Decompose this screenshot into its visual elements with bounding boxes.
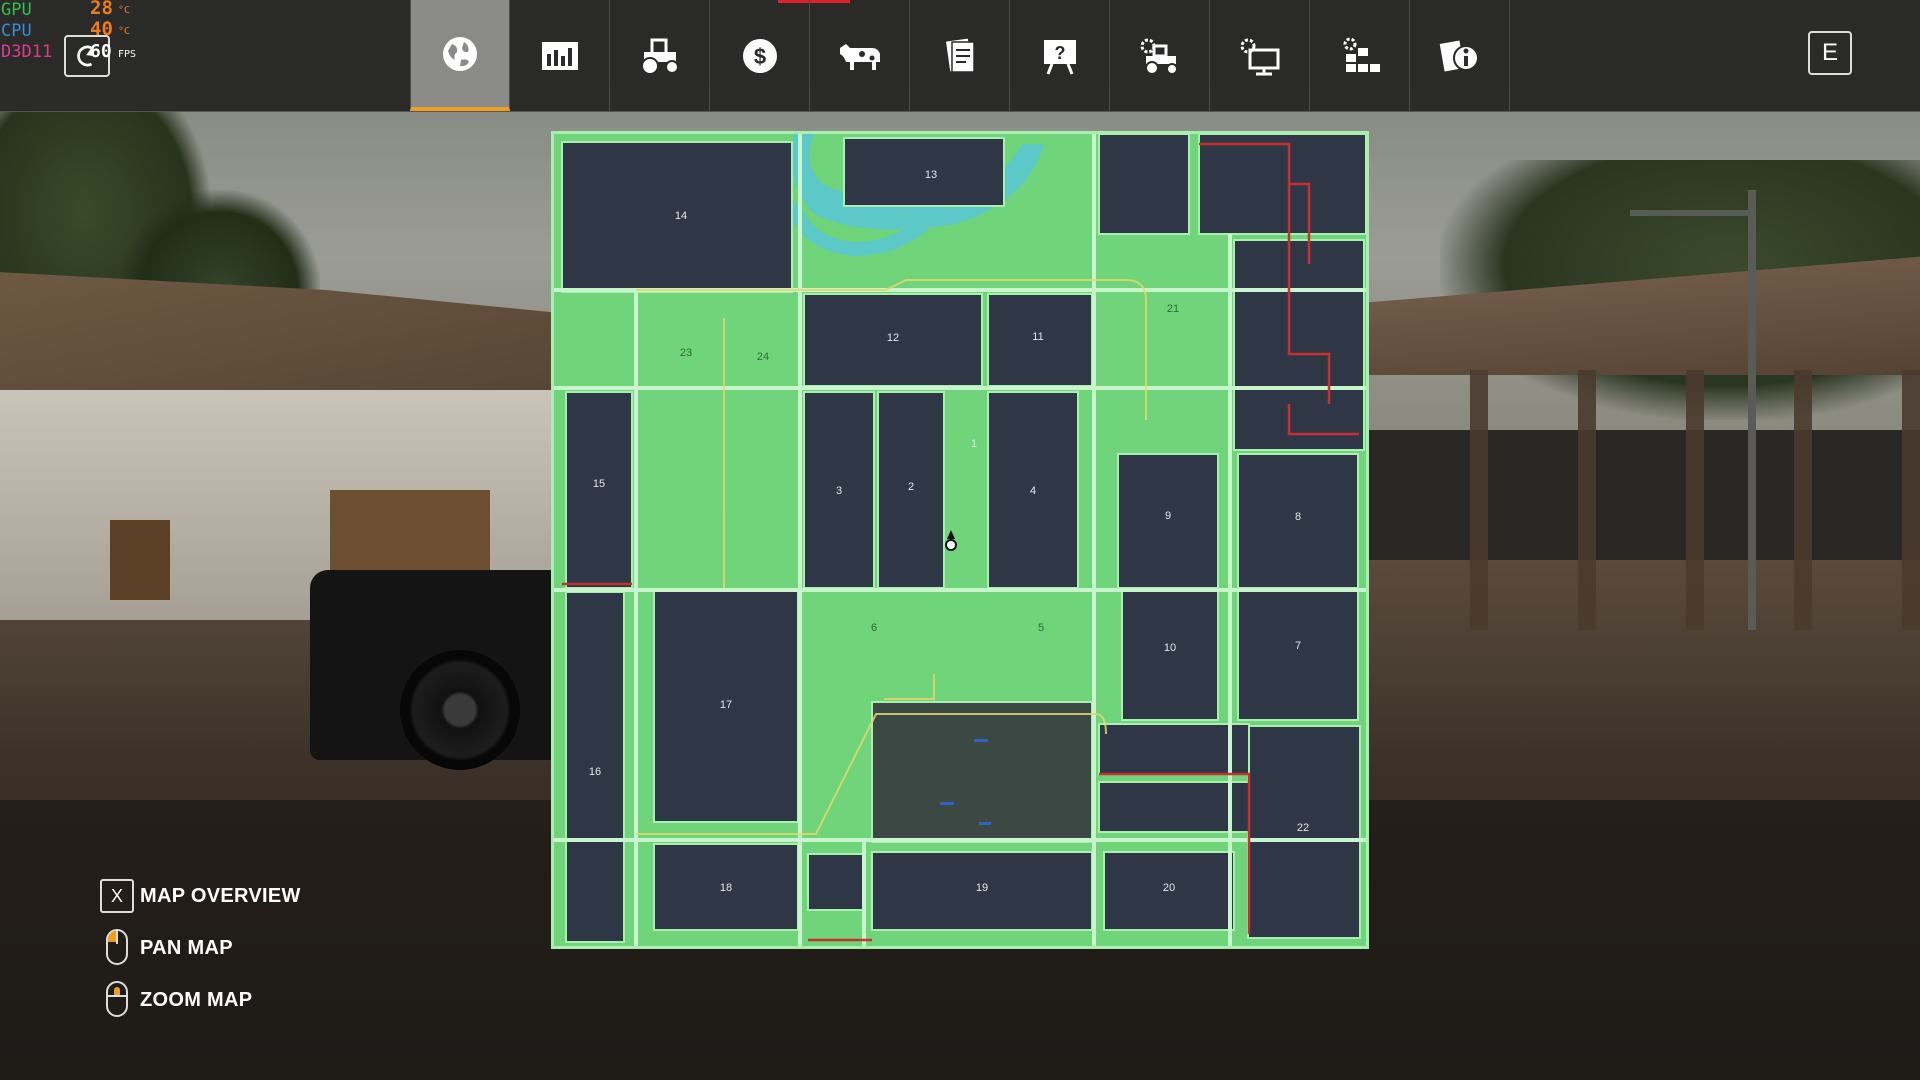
top-menu-bar: $ ? E (0, 0, 1920, 112)
field-20-label: 20 (1163, 882, 1175, 894)
statistics-icon (541, 41, 578, 70)
gpu-label: GPU (1, 0, 32, 20)
tab-statistics[interactable] (510, 0, 610, 111)
field-5-label: 5 (1038, 622, 1044, 634)
gpu-temperature: 28 (90, 0, 113, 19)
farm-map[interactable]: 1 2 3 4 5 6 7 8 9 10 11 12 13 14 15 16 1… (551, 131, 1369, 949)
tab-help[interactable]: ? (1010, 0, 1110, 111)
dollar-icon: $ (742, 38, 777, 73)
field-11-label: 11 (1032, 331, 1043, 343)
field-9-label: 9 (1165, 510, 1171, 522)
display-settings-icon (1240, 38, 1279, 75)
cow-icon (839, 43, 880, 70)
mouse-left-click-icon (100, 928, 134, 968)
field-16-label: 16 (589, 766, 601, 778)
field-22-label: 22 (1297, 822, 1309, 834)
graphics-api-label: D3D11 (1, 42, 53, 62)
field-15-area (565, 391, 633, 589)
truck-wheel (400, 650, 520, 770)
field-13-label: 13 (925, 169, 937, 181)
tab-vehicles[interactable] (610, 0, 710, 111)
x-key: X (100, 879, 134, 913)
house-door (110, 520, 170, 600)
zoom-map-label: ZOOM MAP (140, 988, 253, 1011)
tab-map[interactable] (410, 0, 510, 111)
menu-tabs: $ ? (410, 0, 1510, 111)
pan-map-control[interactable]: PAN MAP (100, 928, 301, 968)
building-block (1233, 239, 1365, 451)
field-6-label: 6 (871, 622, 877, 634)
street-lamp (1748, 190, 1756, 630)
fps-value: 60 (90, 41, 112, 62)
map-overview-control[interactable]: X MAP OVERVIEW (100, 876, 301, 916)
field-15-label: 15 (593, 478, 605, 490)
production-icon (1343, 37, 1380, 72)
shed-posts (1380, 370, 1920, 630)
mouse-scroll-icon (100, 980, 134, 1020)
map-canvas: 1 2 3 4 5 6 7 8 9 10 11 12 13 14 15 16 1… (554, 134, 1366, 946)
player-marker (945, 530, 957, 551)
tab-info[interactable] (1410, 0, 1510, 111)
field-12-label: 12 (887, 332, 899, 344)
building-block (1098, 134, 1190, 235)
field-2-label: 2 (908, 481, 914, 493)
street-lamp-arm (1630, 210, 1755, 216)
vehicle-settings-icon (1140, 38, 1178, 75)
tab-vehicle-settings[interactable] (1110, 0, 1210, 111)
field-14-label: 14 (675, 210, 687, 222)
field-23-label: 23 (680, 347, 692, 359)
fields (561, 134, 1366, 943)
field-1-label: 1 (971, 438, 977, 450)
svg-text:?: ? (1054, 43, 1065, 63)
building-block (1098, 723, 1250, 775)
field-3-label: 3 (836, 485, 842, 497)
tab-general-settings[interactable] (1210, 0, 1310, 111)
globe-icon (443, 36, 477, 71)
field-18-label: 18 (720, 882, 732, 894)
info-icon (1439, 39, 1479, 72)
tab-finances[interactable]: $ (710, 0, 810, 111)
cpu-temp-unit: °C (118, 26, 131, 37)
field-7-label: 7 (1295, 640, 1301, 652)
building-block (807, 853, 865, 911)
field-24-label: 24 (757, 351, 769, 363)
gpu-temp-unit: °C (118, 5, 131, 16)
tab-animals[interactable] (810, 0, 910, 111)
field-8-label: 8 (1295, 511, 1301, 523)
map-overview-label: MAP OVERVIEW (140, 884, 301, 907)
field-17-label: 17 (720, 699, 732, 711)
cpu-label: CPU (1, 21, 32, 41)
field-19-label: 19 (976, 882, 988, 894)
field-10-label: 10 (1164, 642, 1176, 654)
zoom-map-control[interactable]: ZOOM MAP (100, 980, 301, 1020)
fps-unit: FPS (118, 49, 137, 60)
svg-text:$: $ (753, 44, 765, 69)
field-21-label: 21 (1167, 303, 1179, 315)
field-7-area (1237, 589, 1359, 721)
pan-map-label: PAN MAP (140, 936, 233, 959)
close-menu-key[interactable]: E (1808, 31, 1852, 75)
field-10-area (1121, 589, 1219, 721)
farm-yard-area (871, 701, 1093, 843)
field-4-label: 4 (1030, 485, 1036, 497)
building-block (1198, 134, 1366, 235)
tab-production[interactable] (1310, 0, 1410, 111)
tractor-icon (640, 38, 679, 75)
controls-legend: X MAP OVERVIEW PAN MAP ZOOM MAP (100, 876, 301, 1032)
contracts-icon (945, 38, 975, 73)
building-block (1098, 781, 1250, 833)
tab-contracts[interactable] (910, 0, 1010, 111)
help-board-icon: ? (1043, 39, 1076, 75)
